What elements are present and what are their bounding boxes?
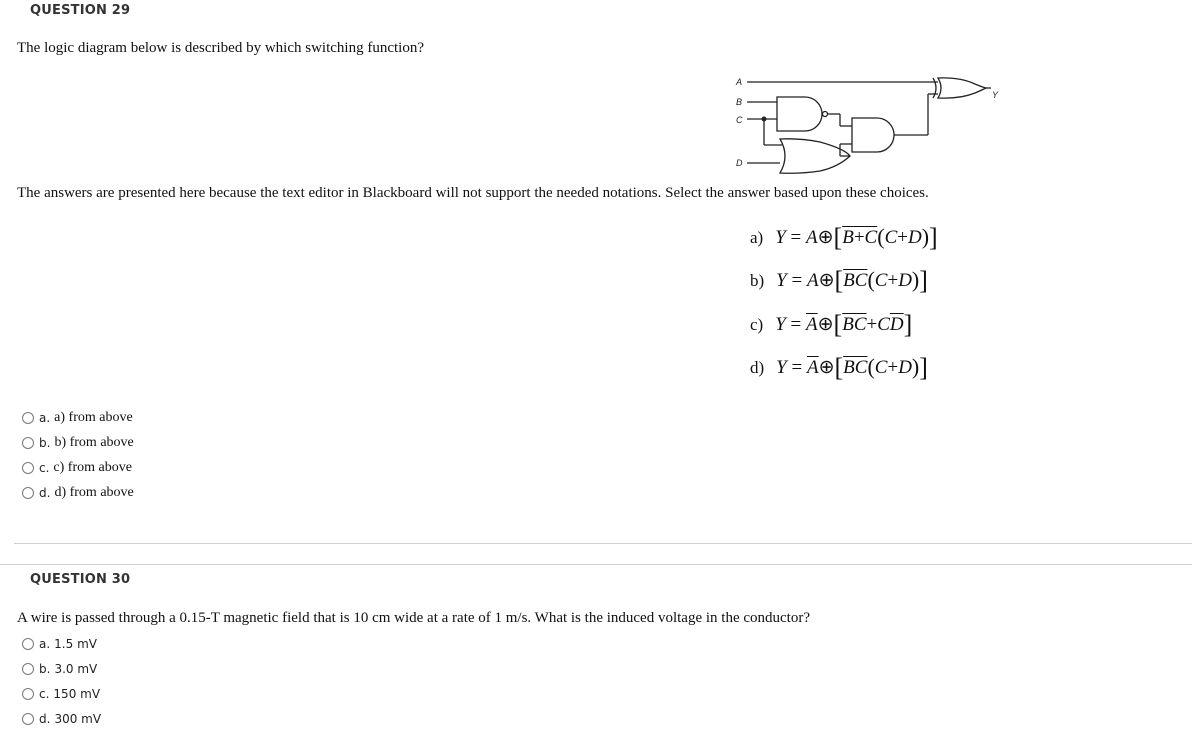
question-30-title: QUESTION 30 — [30, 572, 131, 587]
q30-option-c[interactable]: c. 150 mV — [22, 685, 100, 703]
q29-option-a[interactable]: a. a) from above — [22, 409, 133, 427]
radio-button[interactable] — [22, 638, 34, 650]
input-label-a: A — [735, 77, 742, 87]
or-gate — [778, 138, 851, 174]
input-label-b: B — [736, 97, 742, 107]
option-label: 150 mV — [53, 687, 101, 701]
input-label-c: C — [736, 115, 743, 125]
q29-option-c[interactable]: c. c) from above — [22, 459, 132, 477]
option-label: d) from above — [54, 485, 134, 500]
radio-button[interactable] — [22, 713, 34, 725]
equation-c: c) Y = A⊕[BC+CD] — [750, 310, 913, 339]
input-label-d: D — [736, 158, 743, 168]
q29-option-b[interactable]: b. b) from above — [22, 434, 134, 452]
equation-a: a) Y = A⊕[B+C(C+D)] — [750, 223, 938, 252]
q29-option-d[interactable]: d. d) from above — [22, 484, 134, 502]
radio-button[interactable] — [22, 663, 34, 675]
logic-diagram: A B C D Y — [735, 77, 999, 174]
q30-option-d[interactable]: d. 300 mV — [22, 710, 101, 728]
question-29-note: The answers are presented here because t… — [17, 185, 929, 201]
output-label-y: Y — [992, 90, 999, 100]
radio-button[interactable] — [22, 688, 34, 700]
divider — [14, 543, 1192, 544]
option-label: 3.0 mV — [54, 662, 98, 676]
question-29-title: QUESTION 29 — [30, 3, 131, 18]
option-label: b) from above — [54, 435, 134, 450]
radio-button[interactable] — [22, 412, 34, 424]
option-label: a) from above — [54, 410, 133, 425]
question-29-prompt: The logic diagram below is described by … — [17, 40, 424, 56]
option-label: 1.5 mV — [54, 637, 97, 651]
q30-option-a[interactable]: a. 1.5 mV — [22, 635, 97, 653]
xor-gate — [936, 77, 988, 99]
question-30-prompt: A wire is passed through a 0.15-T magnet… — [17, 610, 810, 626]
nand-gate — [776, 96, 823, 132]
equation-b: b) Y = A⊕[BC(C+D)] — [750, 266, 928, 295]
divider — [0, 564, 1192, 565]
radio-button[interactable] — [22, 487, 34, 499]
and-gate — [851, 117, 895, 153]
option-label: c) from above — [53, 460, 132, 475]
q30-option-b[interactable]: b. 3.0 mV — [22, 660, 97, 678]
radio-button[interactable] — [22, 437, 34, 449]
xor-gate-back-curve — [932, 77, 937, 99]
radio-button[interactable] — [22, 462, 34, 474]
equation-d: d) Y = A⊕[BC(C+D)] — [750, 353, 928, 382]
option-label: 300 mV — [54, 712, 102, 726]
